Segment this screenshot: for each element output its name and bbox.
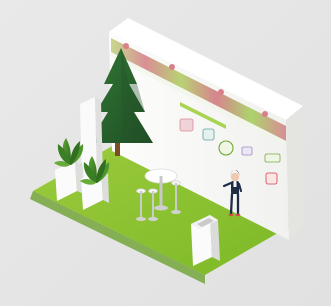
booth-scene — [0, 0, 331, 306]
teal-logo — [202, 128, 215, 141]
person-leg — [229, 192, 234, 216]
green-wordmark-logo — [264, 153, 281, 163]
green-logo — [218, 140, 234, 156]
stool-base — [148, 217, 158, 221]
counter-icon — [191, 215, 220, 266]
person-head — [230, 172, 240, 182]
person-shoe — [228, 213, 234, 217]
table-leg — [159, 176, 163, 207]
banner-flower-icon — [218, 89, 224, 95]
banner-flower-icon — [169, 64, 175, 70]
person-shoe — [235, 213, 241, 217]
person-shirt — [233, 181, 237, 187]
wall-side-edge — [286, 106, 304, 240]
lavender-logo — [241, 146, 253, 156]
stool-base — [136, 217, 146, 221]
red-logo — [265, 172, 278, 185]
banner-flower-icon — [123, 43, 129, 49]
stool-base — [171, 210, 181, 214]
banner-flower-icon — [262, 111, 268, 117]
table-base — [154, 205, 168, 211]
booth-illustration — [0, 0, 331, 306]
stool-leg — [140, 191, 142, 218]
stool-leg — [152, 191, 154, 218]
pink-logo — [179, 118, 194, 132]
stool-leg — [175, 183, 177, 211]
